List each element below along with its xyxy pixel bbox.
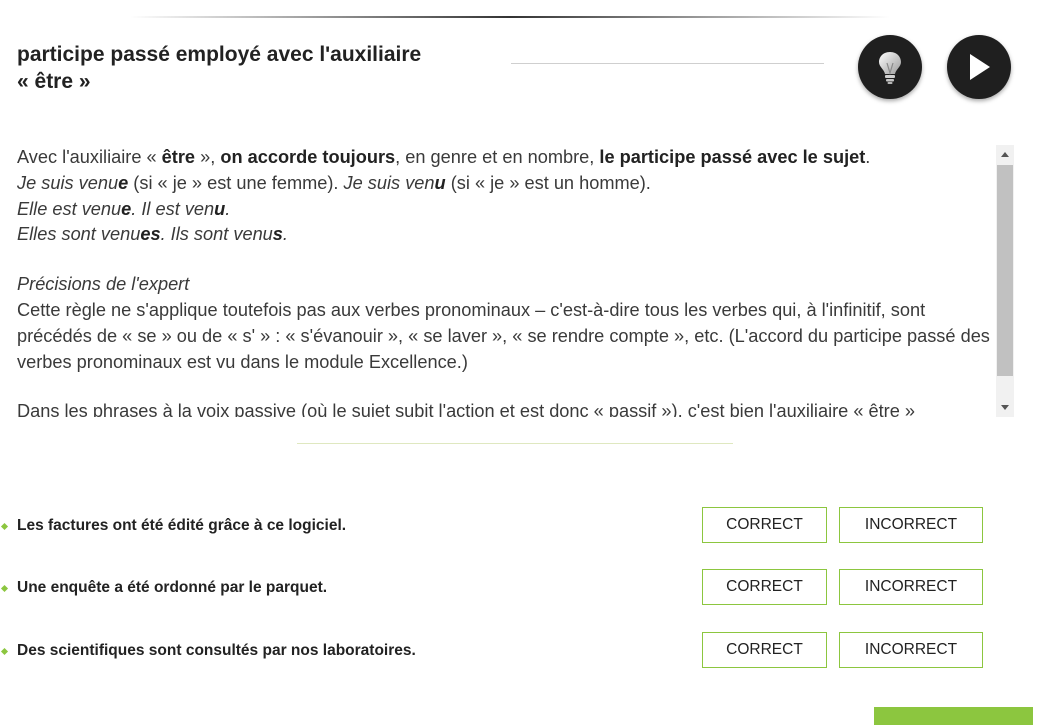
bullet-icon: [0, 584, 9, 593]
incorrect-button[interactable]: INCORRECT: [839, 569, 983, 605]
next-button[interactable]: [874, 707, 1033, 725]
explanation-text: Avec l'auxiliaire « être », on accorde t…: [17, 145, 992, 417]
question-row: Des scientifiques sont consultés par nos…: [0, 632, 1000, 670]
page-title-line-1: participe passé employé avec l'auxiliair…: [17, 43, 422, 66]
page-title: participe passé employé avec l'auxiliair…: [17, 41, 497, 95]
section-divider: [297, 443, 733, 444]
scroll-down-arrow-icon[interactable]: [1001, 405, 1009, 410]
rule-text: »,: [195, 147, 221, 167]
passive-paragraph: Dans les phrases à la voix passive (où l…: [17, 401, 916, 417]
example-text: Elles sont venu: [17, 224, 141, 245]
question-text: Les factures ont été édité grâce à ce lo…: [17, 517, 347, 534]
question-row: Une enquête a été ordonné par le parquet…: [0, 569, 1000, 607]
example-line: Je suis venue (si « je » est une femme).…: [17, 171, 992, 197]
question-text: Une enquête a été ordonné par le parquet…: [17, 579, 328, 596]
rule-text-bold: on accorde toujours: [220, 147, 396, 167]
expert-heading-text: Précisions de l'expert: [17, 274, 190, 295]
bullet-icon: [0, 647, 9, 656]
example-text: Elle est venu: [17, 198, 122, 219]
expert-heading: Précisions de l'expert: [17, 272, 992, 298]
top-divider: [130, 16, 890, 18]
example-text: .: [225, 198, 231, 219]
correct-button[interactable]: CORRECT: [702, 632, 827, 668]
example-ending: u: [434, 172, 446, 193]
correct-button[interactable]: CORRECT: [702, 569, 827, 605]
title-divider: [511, 63, 824, 64]
page-title-line-2: « être »: [17, 70, 91, 93]
example-ending: e: [118, 172, 129, 193]
scrollbar-thumb[interactable]: [997, 165, 1013, 376]
scroll-up-arrow-icon[interactable]: [1001, 152, 1009, 157]
example-line: Elle est venue. Il est venu.: [17, 197, 992, 223]
example-line: Elles sont venues. Ils sont venus.: [17, 222, 992, 248]
rule-paragraph: Avec l'auxiliaire « être », on accorde t…: [17, 145, 992, 171]
expert-paragraph: Cette règle ne s'applique toutefois pas …: [17, 299, 990, 372]
play-button[interactable]: [947, 35, 1011, 99]
incorrect-button[interactable]: INCORRECT: [839, 632, 983, 668]
bullet-icon: [0, 522, 9, 531]
example-ending: e: [121, 198, 132, 219]
example-text: . Il est ven: [131, 198, 215, 219]
example-note: (si « je » est une femme).: [128, 172, 344, 193]
lightbulb-icon: [879, 52, 901, 84]
explanation-panel[interactable]: Avec l'auxiliaire « être », on accorde t…: [17, 145, 1014, 417]
rule-text: .: [865, 147, 871, 167]
example-ending: s: [272, 224, 283, 245]
correct-button[interactable]: CORRECT: [702, 507, 827, 543]
example-text: .: [282, 224, 288, 245]
example-text: Je suis venu: [17, 172, 119, 193]
example-ending: es: [140, 224, 161, 245]
example-text: Je suis ven: [343, 172, 435, 193]
incorrect-button[interactable]: INCORRECT: [839, 507, 983, 543]
play-icon: [970, 54, 990, 80]
question-row: Les factures ont été édité grâce à ce lo…: [0, 507, 1000, 545]
rule-text: Avec l'auxiliaire «: [17, 147, 162, 167]
hint-button[interactable]: [858, 35, 922, 99]
question-text: Des scientifiques sont consultés par nos…: [17, 642, 416, 659]
vertical-scrollbar[interactable]: [996, 145, 1014, 417]
rule-text-bold: le participe passé avec le sujet: [599, 147, 866, 167]
example-ending: u: [214, 198, 226, 219]
example-note: (si « je » est un homme).: [445, 172, 651, 193]
rule-text-bold: être: [161, 147, 196, 167]
rule-text: , en genre et en nombre,: [395, 147, 600, 167]
example-text: . Ils sont venu: [160, 224, 273, 245]
